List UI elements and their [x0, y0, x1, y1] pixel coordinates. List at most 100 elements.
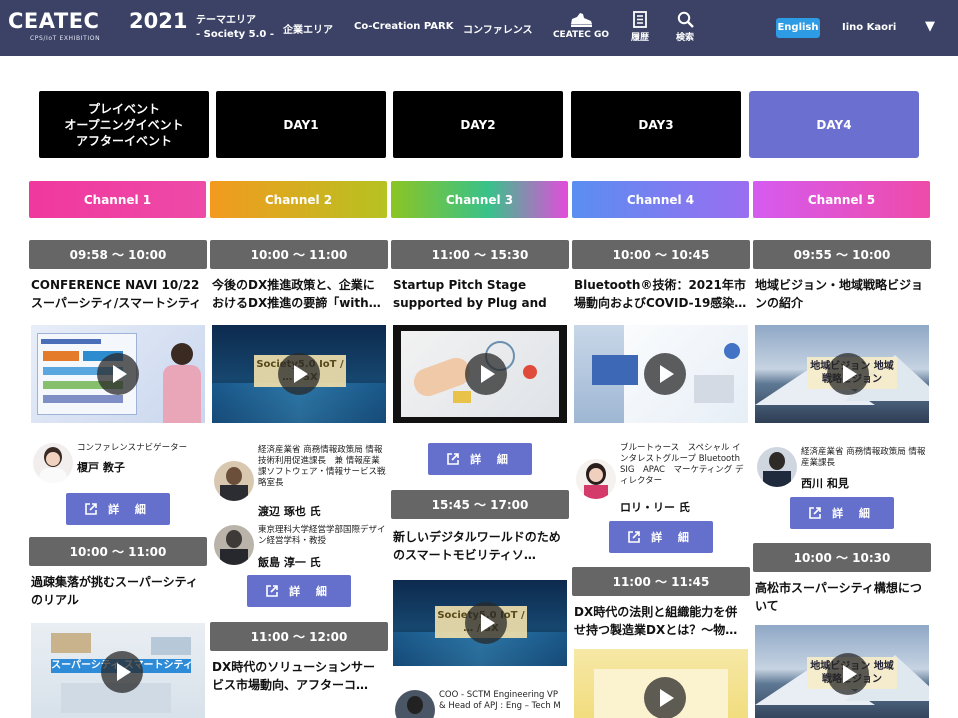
external-link-icon	[447, 453, 459, 465]
session-title[interactable]: 今後のDX推進政策と、企業におけるDX推進の要諦「with…	[212, 276, 386, 312]
speaker-photo	[757, 447, 797, 487]
nav-ceatec-go[interactable]: CEATEC GO	[552, 11, 610, 40]
session-time: 10:00 ～ 10:45	[572, 240, 750, 269]
speaker-name: 渡辺 琢也 氏	[258, 505, 321, 518]
session-time: 11:00 ～ 11:45	[572, 567, 750, 596]
nav-history[interactable]: 履歴	[624, 11, 656, 43]
nav-company-area[interactable]: 企業エリア	[283, 21, 333, 36]
speaker: COO - SCTM Engineering VP & Head of APJ …	[391, 690, 569, 718]
session-video-thumbnail[interactable]	[393, 325, 567, 423]
speaker-photo	[33, 443, 73, 483]
session-video-thumbnail[interactable]: Society5.0 IoT / … / SX	[212, 325, 386, 423]
session-video-thumbnail[interactable]	[574, 649, 748, 718]
play-icon[interactable]	[644, 353, 686, 395]
detail-button-label: 詳 細	[470, 453, 514, 466]
nav-search[interactable]: 検索	[668, 11, 702, 43]
channel-1-column: 09:58 ～ 10:00 CONFERENCE NAVI 10/22 スーパー…	[29, 240, 207, 718]
detail-button[interactable]: 詳 細	[247, 575, 351, 607]
speaker-role: 経済産業省 商務情報政策局 情報産業課長	[801, 447, 926, 468]
user-name[interactable]: Iino Kaori	[842, 22, 896, 33]
session-title[interactable]: 地域ビジョン・地域戦略ビジョンの紹介	[755, 276, 929, 312]
play-icon[interactable]	[827, 653, 869, 695]
nav-theme-area[interactable]: テーマエリア - Society 5.0 -	[196, 14, 274, 42]
detail-button[interactable]: 詳 細	[790, 497, 894, 529]
speaker: コンファレンスナビゲーター 榎戸 教子	[29, 443, 207, 487]
play-icon[interactable]	[465, 353, 507, 395]
session-title[interactable]: Startup Pitch Stage supported by Plug an…	[393, 276, 567, 312]
top-nav-bar: CEATEC 2021 CPS/IoT EXHIBITION テーマエリア - …	[0, 0, 958, 56]
ceatec-logo[interactable]: CEATEC 2021 CPS/IoT EXHIBITION	[8, 9, 187, 47]
day-tab-day3[interactable]: DAY3	[571, 91, 741, 158]
session-time: 10:00 ～ 10:30	[753, 543, 931, 572]
external-link-icon	[628, 531, 640, 543]
session-time: 15:45 ～ 17:00	[391, 490, 569, 519]
session-time: 10:00 ～ 11:00	[210, 240, 388, 269]
detail-button-label: 詳 細	[289, 585, 333, 598]
channel-tab-5[interactable]: Channel 5	[753, 181, 930, 218]
session-video-thumbnail[interactable]	[31, 325, 205, 423]
nav-search-label: 検索	[675, 33, 694, 43]
logo-year: 2021	[129, 9, 188, 33]
logo-wordmark: CEATEC	[8, 9, 100, 33]
play-icon[interactable]	[644, 677, 686, 718]
play-icon[interactable]	[278, 353, 320, 395]
detail-button[interactable]: 詳 細	[66, 493, 170, 525]
session-title[interactable]: 新しいデジタルワールドのためのスマートモビリティソ…	[393, 528, 567, 564]
session-video-thumbnail[interactable]: 地域ビジョン 地域戦略ビジョン	[755, 325, 929, 423]
speaker-name: ロリ・リー 氏	[620, 501, 690, 514]
sneaker-icon	[571, 13, 592, 27]
external-link-icon	[266, 585, 278, 597]
session-title[interactable]: DX時代の法則と組織能力を併せ持つ製造業DXとは？～物…	[574, 603, 748, 639]
nav-ceatec-go-label: CEATEC GO	[552, 30, 610, 40]
channel-tab-3[interactable]: Channel 3	[391, 181, 568, 218]
session-video-thumbnail[interactable]: Society5.0 IoT / … / SX	[393, 580, 567, 666]
channel-tab-4[interactable]: Channel 4	[572, 181, 749, 218]
session-title[interactable]: Bluetooth®技術：2021年市場動向およびCOVID-19感染…	[574, 276, 748, 312]
nav-theme-area-line1: テーマエリア	[196, 15, 256, 26]
speaker-name: 榎戸 教子	[77, 461, 125, 474]
day-tab-day1[interactable]: DAY1	[216, 91, 386, 158]
detail-button-label: 詳 細	[108, 503, 152, 516]
channel-4-column: 10:00 ～ 10:45 Bluetooth®技術：2021年市場動向およびC…	[572, 240, 750, 718]
search-icon	[677, 11, 694, 28]
day-tab-pre-event[interactable]: プレイベント オープニングイベント アフターイベント	[39, 91, 209, 158]
logo-subtitle: CPS/IoT EXHIBITION	[30, 35, 101, 42]
user-menu-caret-icon[interactable]: ▼	[925, 19, 935, 34]
nav-co-creation-park[interactable]: Co-Creation PARK	[354, 21, 453, 32]
speaker-role: 経済産業省 商務情報政策局 情報技術利用促進課長 兼 情報産業課ソフトウェア・情…	[258, 445, 386, 488]
speaker-photo	[214, 461, 254, 501]
channel-tab-1[interactable]: Channel 1	[29, 181, 206, 218]
speaker-photo	[395, 690, 435, 718]
play-icon[interactable]	[827, 353, 869, 395]
channel-tab-2[interactable]: Channel 2	[210, 181, 387, 218]
session-video-thumbnail[interactable]: スーパーシティ スマートシティ	[31, 623, 205, 718]
detail-button[interactable]: 詳 細	[428, 443, 532, 475]
session-title[interactable]: 過疎集落が挑むスーパーシティのリアル	[31, 573, 205, 609]
channel-5-column: 09:55 ～ 10:00 地域ビジョン・地域戦略ビジョンの紹介 地域ビジョン …	[753, 240, 931, 718]
channel-2-column: 10:00 ～ 11:00 今後のDX推進政策と、企業におけるDX推進の要諦「w…	[210, 240, 388, 718]
channel-3-column: 11:00 ～ 15:30 Startup Pitch Stage suppor…	[391, 240, 569, 718]
speaker-role: 東京理科大学経営学部国際デザイン経営学科・教授	[258, 525, 386, 546]
session-title[interactable]: CONFERENCE NAVI 10/22 スーパーシティ/スマートシティ	[31, 276, 205, 312]
play-icon[interactable]	[101, 651, 143, 693]
session-title[interactable]: 高松市スーパーシティ構想について	[755, 579, 929, 615]
nav-theme-area-line2: - Society 5.0 -	[196, 29, 274, 40]
play-icon[interactable]	[97, 353, 139, 395]
speaker: ブルートゥース スペシャル インタレストグループ Bluetooth SIG A…	[572, 443, 750, 514]
session-video-thumbnail[interactable]: 地域ビジョン 地域戦略ビジョン	[755, 625, 929, 718]
speaker: 経済産業省 商務情報政策局 情報技術利用促進課長 兼 情報産業課ソフトウェア・情…	[210, 445, 388, 503]
session-time: 09:55 ～ 10:00	[753, 240, 931, 269]
day-tab-day2[interactable]: DAY2	[393, 91, 563, 158]
detail-button[interactable]: 詳 細	[609, 521, 713, 553]
session-title[interactable]: DX時代のソリューションサービス市場動向、アフターコ…	[212, 658, 386, 694]
speaker-role: コンファレンスナビゲーター	[77, 443, 188, 453]
nav-conference[interactable]: コンファレンス	[463, 21, 533, 36]
external-link-icon	[85, 503, 97, 515]
day-tab-day4[interactable]: DAY4	[749, 91, 919, 158]
session-time: 11:00 ～ 15:30	[391, 240, 569, 269]
english-button[interactable]: English	[776, 18, 820, 38]
play-icon[interactable]	[465, 602, 507, 644]
speaker-name: 西川 和見	[801, 477, 849, 490]
session-video-thumbnail[interactable]	[574, 325, 748, 423]
speaker-role: COO - SCTM Engineering VP & Head of APJ …	[439, 690, 561, 711]
